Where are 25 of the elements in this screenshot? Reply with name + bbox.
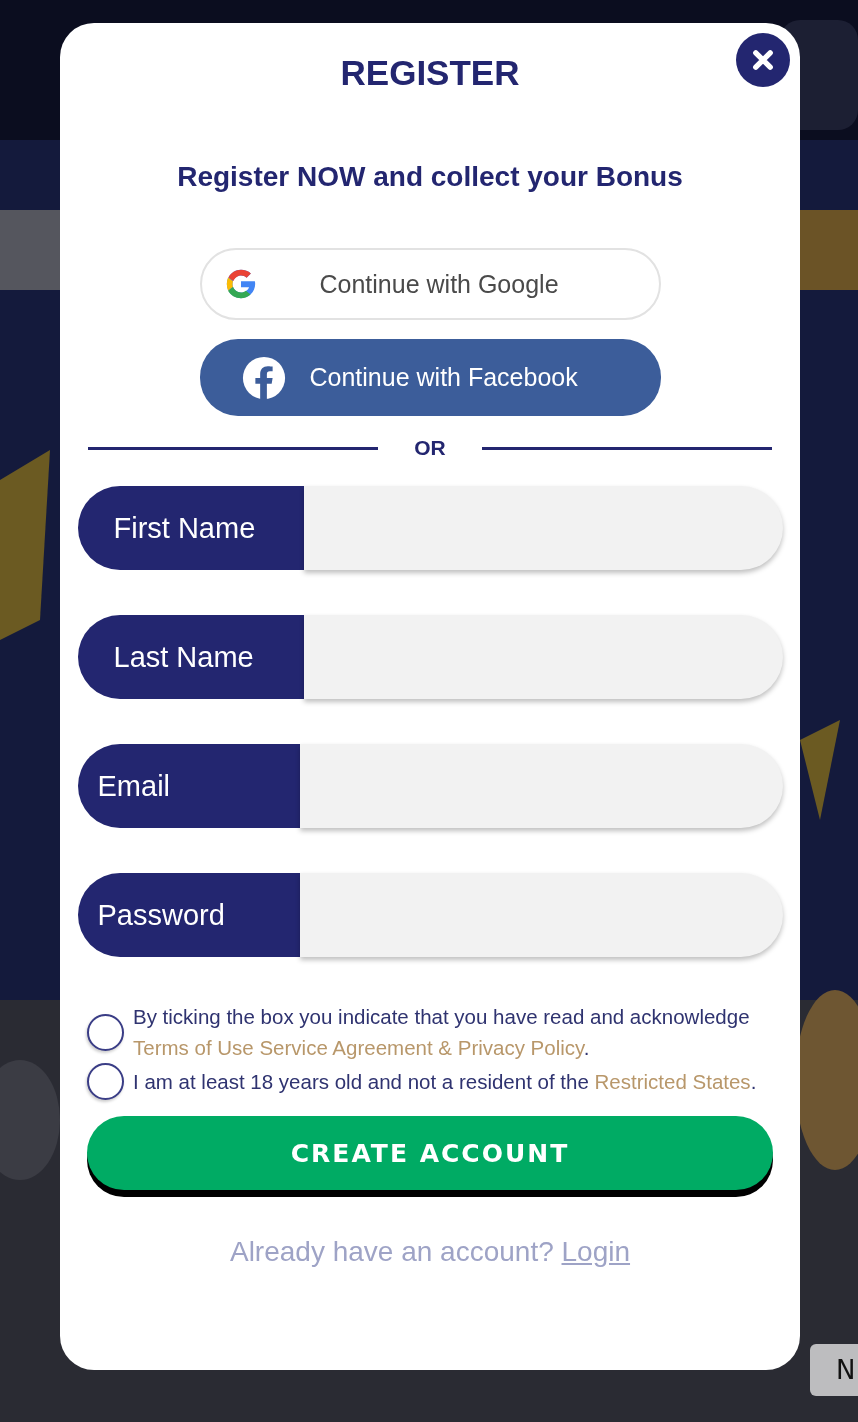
- input-field[interactable]: [303, 486, 783, 570]
- policy-link[interactable]: Restricted States: [594, 1070, 751, 1093]
- field-label: Last Name: [77, 615, 304, 699]
- input-field[interactable]: [299, 744, 783, 828]
- google-button[interactable]: Continue with Google: [199, 248, 661, 320]
- consent-text: I am at least 18 years old and not a resident of the Restricted States.: [133, 1069, 757, 1095]
- facebook-button[interactable]: Continue with Facebook: [199, 339, 661, 416]
- facebook-icon: [240, 354, 287, 401]
- checkbox[interactable]: [87, 1013, 124, 1051]
- dialog-title: REGISTER: [340, 52, 520, 94]
- login-link[interactable]: Login: [561, 1236, 631, 1267]
- divider-text: OR: [414, 436, 446, 460]
- field-label: Password: [77, 873, 300, 957]
- close-button[interactable]: [736, 33, 790, 87]
- input-field[interactable]: [303, 615, 783, 699]
- close-icon: [751, 48, 775, 72]
- checkbox[interactable]: [87, 1063, 124, 1100]
- corner-button[interactable]: N: [810, 1344, 858, 1396]
- consent-text: By ticking the box you indicate that you have read and acknowledge Terms of Use Service Agreement & Privacy Policy.: [133, 1004, 751, 1061]
- field-label: Email: [77, 744, 300, 828]
- subtitle: Register NOW and collect your Bonus: [177, 160, 683, 194]
- field-label: First Name: [77, 486, 304, 570]
- input-field[interactable]: [299, 873, 783, 957]
- login-prompt: Already have an account? Login: [229, 1236, 631, 1268]
- policy-link[interactable]: Terms of Use Service Agreement & Privacy Policy: [133, 1036, 584, 1059]
